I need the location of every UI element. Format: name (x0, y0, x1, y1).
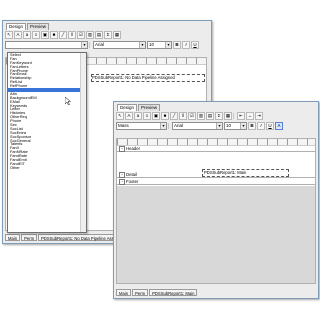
status-tab-perm[interactable]: Perm (21, 234, 38, 241)
separator (89, 42, 92, 48)
tab-preview[interactable]: Preview (27, 23, 50, 30)
format-toolbar: ▼ Arial ▼ 10 ▼ B I U (5, 41, 209, 49)
variable-icon[interactable]: ▦ (113, 31, 121, 39)
barcode-icon[interactable]: ‖ (68, 31, 76, 39)
checkbox-icon[interactable]: ☑ (188, 112, 196, 120)
italic-button[interactable]: I (182, 41, 190, 49)
calc-icon[interactable]: Σ (215, 112, 223, 120)
subreport-field[interactable]: PDSSubReport1: No Data Pipeline Assigned (91, 74, 205, 82)
collapse-icon[interactable]: − (119, 179, 125, 185)
list-item[interactable]: Other (8, 165, 86, 170)
size-combo-value: 10 (149, 42, 155, 47)
report-page[interactable]: − Header − Detail − Footer PDSSubReport1… (117, 146, 315, 186)
separator (233, 113, 236, 119)
align-center-icon[interactable]: ↔ (246, 112, 254, 120)
underline-button[interactable]: U (266, 122, 274, 130)
chart-icon[interactable]: ▥ (86, 31, 94, 39)
font-combo[interactable]: Arial ▼ (172, 122, 223, 130)
font-combo-value: Arial (174, 123, 184, 128)
memo-icon[interactable]: ≡ (143, 112, 151, 120)
field-combo-value: Mass (118, 123, 129, 128)
designer-tabs: Design Preview (6, 23, 50, 30)
band-header-label: Header (126, 146, 141, 151)
design-canvas[interactable]: − Header − Detail − Footer PDSSubReport1… (116, 138, 316, 284)
size-combo-value: 10 (226, 123, 232, 128)
line-icon[interactable]: ╱ (59, 31, 67, 39)
image-icon[interactable]: ▣ (41, 31, 49, 39)
report-designer-window-front: Design Preview ↖ A a ≡ ▣ ■ ╱ ‖ ☑ ▥ ▤ Σ ▦… (113, 101, 319, 299)
label-icon[interactable]: A (125, 112, 133, 120)
field-combo[interactable]: Mass ▼ (116, 122, 167, 130)
image-icon[interactable]: ▣ (152, 112, 160, 120)
chevron-down-icon[interactable]: ▼ (81, 42, 87, 48)
designer-tabs: Design Preview (117, 104, 161, 111)
shape-icon[interactable]: ■ (50, 31, 58, 39)
format-toolbar: Mass ▼ Arial ▼ 10 ▼ B I U A (116, 122, 316, 130)
tab-design[interactable]: Design (6, 23, 27, 30)
chevron-down-icon[interactable]: ▼ (160, 123, 166, 129)
barcode-icon[interactable]: ‖ (179, 112, 187, 120)
band-header[interactable]: − Header (117, 146, 315, 152)
font-combo[interactable]: Arial ▼ (93, 41, 146, 49)
subreport-field[interactable]: PDSSubReport1: Main (202, 169, 289, 177)
font-combo-value: Arial (95, 42, 105, 47)
status-tab-main[interactable]: Main (5, 234, 21, 241)
align-left-icon[interactable]: ⇤ (237, 112, 245, 120)
status-tab-subreport[interactable]: PDSSubReport1: Main (149, 289, 198, 296)
shape-icon[interactable]: ■ (161, 112, 169, 120)
collapse-icon[interactable]: − (119, 172, 125, 178)
component-toolbar: ↖ A a ≡ ▣ ■ ╱ ‖ ☑ ▥ ▤ Σ ▦ ⇤ ↔ ⇥ (116, 112, 316, 120)
list-scrollbar[interactable] (80, 53, 86, 232)
chevron-down-icon[interactable]: ▼ (139, 42, 145, 48)
field-combo[interactable]: ▼ (5, 41, 88, 49)
font-color-button[interactable]: A (275, 122, 283, 130)
select-icon[interactable]: ↖ (116, 112, 124, 120)
tab-design[interactable]: Design (117, 104, 138, 111)
subreport-icon[interactable]: ▤ (95, 31, 103, 39)
separator (168, 123, 171, 129)
band-detail-label: Detail (126, 172, 137, 177)
size-combo[interactable]: 10 ▼ (147, 41, 172, 49)
chevron-down-icon[interactable]: ▼ (240, 123, 246, 129)
tab-preview[interactable]: Preview (138, 104, 161, 111)
select-icon[interactable]: ↖ (5, 31, 13, 39)
subreport-icon[interactable]: ▤ (206, 112, 214, 120)
chevron-down-icon[interactable]: ▼ (165, 42, 171, 48)
field-dropdown-list[interactable]: Select Fan FanKeyword FanLetters FanPhone Fan… (7, 52, 87, 233)
memo-icon[interactable]: ≡ (32, 31, 40, 39)
horizontal-ruler (117, 139, 315, 146)
chart-icon[interactable]: ▥ (197, 112, 205, 120)
checkbox-icon[interactable]: ☑ (77, 31, 85, 39)
text-icon[interactable]: a (23, 31, 31, 39)
size-combo[interactable]: 10 ▼ (224, 122, 247, 130)
band-footer-label: Footer (126, 179, 139, 184)
mouse-cursor-icon (65, 97, 71, 105)
status-tab-perm[interactable]: Perm (132, 289, 149, 296)
status-tab-main[interactable]: Main (116, 289, 132, 296)
align-right-icon[interactable]: ⇥ (255, 112, 263, 120)
line-icon[interactable]: ╱ (170, 112, 178, 120)
field-list-items: Select Fan FanKeyword FanLetters FanPhone Fan… (8, 53, 86, 170)
bold-button[interactable]: B (173, 41, 181, 49)
underline-button[interactable]: U (191, 41, 199, 49)
label-icon[interactable]: A (14, 31, 22, 39)
status-tabs: Main Perm PDSSubReport1: Main (116, 289, 316, 296)
variable-icon[interactable]: ▦ (224, 112, 232, 120)
band-footer[interactable]: − Footer (117, 179, 315, 185)
collapse-icon[interactable]: − (119, 146, 125, 152)
chevron-down-icon[interactable]: ▼ (216, 123, 222, 129)
calc-icon[interactable]: Σ (104, 31, 112, 39)
bold-button[interactable]: B (248, 122, 256, 130)
italic-button[interactable]: I (257, 122, 265, 130)
text-icon[interactable]: a (134, 112, 142, 120)
component-toolbar: ↖ A a ≡ ▣ ■ ╱ ‖ ☑ ▥ ▤ Σ ▦ (5, 31, 209, 39)
